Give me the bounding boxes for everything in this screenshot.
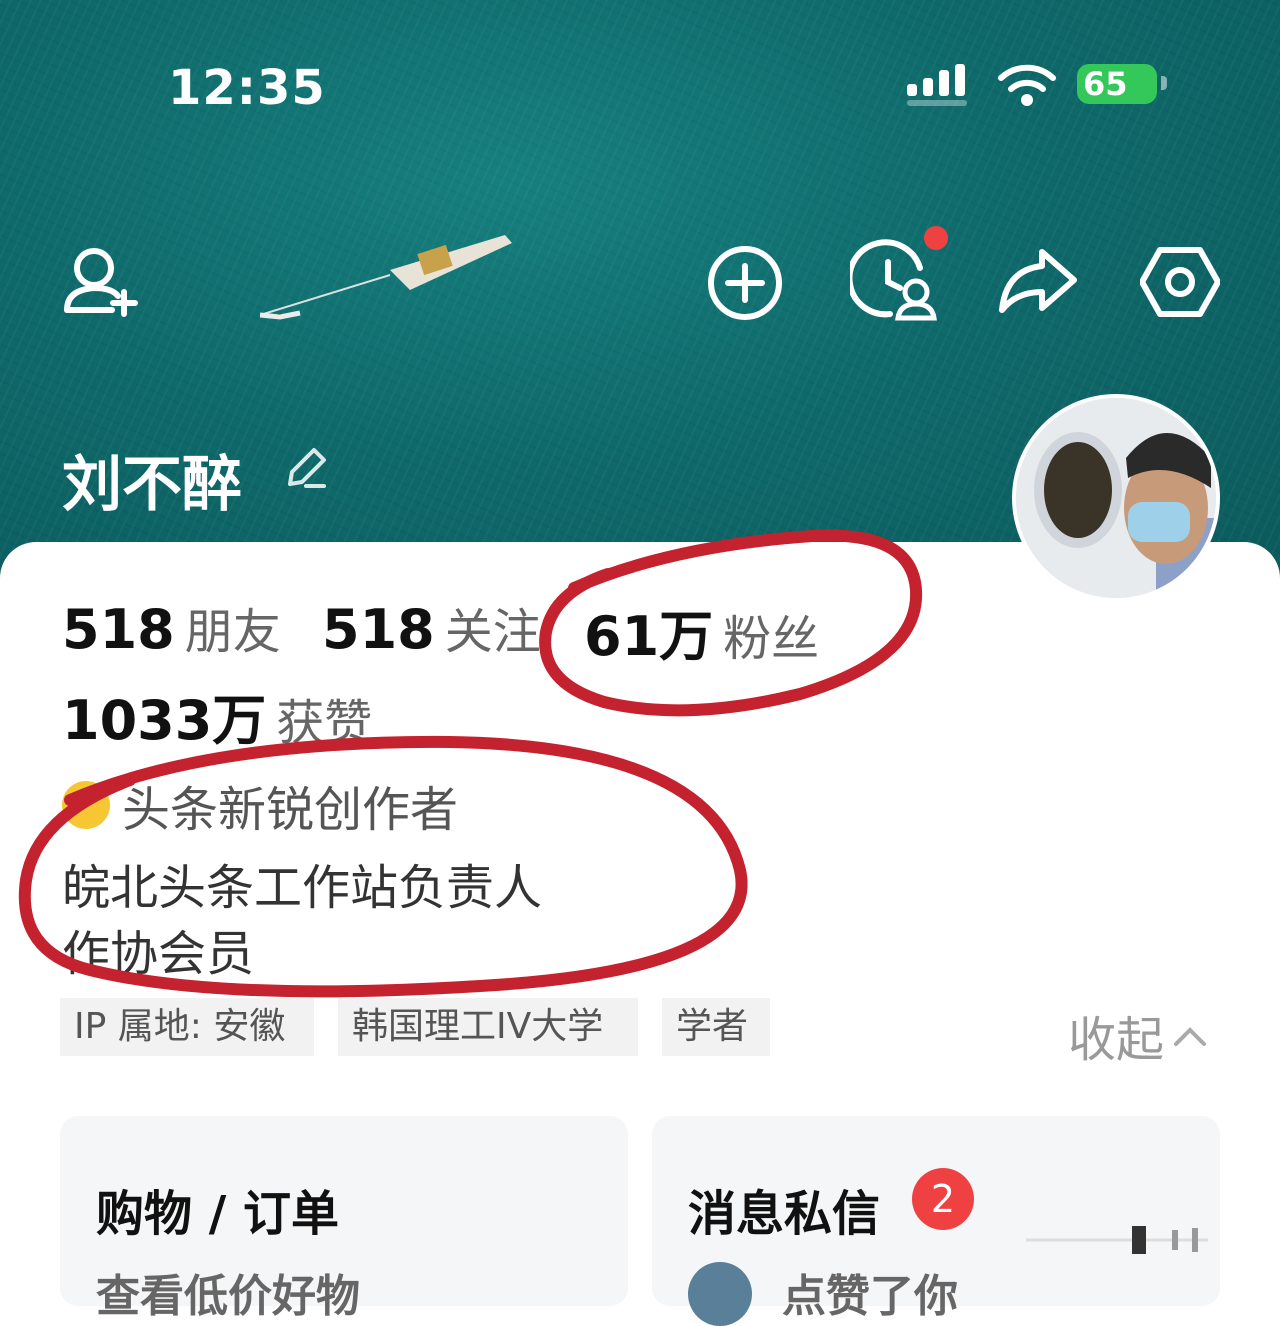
boat-illustration: [260, 235, 512, 320]
stat-value: 518: [62, 598, 175, 661]
add-friend-icon[interactable]: [62, 248, 142, 318]
messages-title: 消息私信: [688, 1186, 881, 1242]
shopping-panel[interactable]: 购物 / 订单 查看低价好物: [60, 1116, 628, 1322]
signal-icon: [907, 64, 967, 106]
collapse-label: 收起: [1068, 1012, 1165, 1068]
share-icon[interactable]: [998, 246, 1078, 316]
waveform-icon: [1026, 1226, 1208, 1254]
collapse-button[interactable]: 收起: [1068, 1000, 1210, 1070]
annotation-circle-fans: [539, 529, 923, 717]
profile-name: 刘不醉: [62, 450, 242, 520]
notification-dot: [924, 226, 948, 250]
edit-icon[interactable]: [284, 446, 328, 490]
settings-icon[interactable]: [1140, 242, 1220, 322]
message-preview-avatar: [688, 1262, 752, 1326]
stat-following[interactable]: 518 关注: [322, 592, 541, 662]
history-icon[interactable]: [850, 226, 950, 326]
battery-indicator: 65: [1077, 64, 1157, 104]
chevron-up-icon: [1174, 1027, 1207, 1046]
shopping-subtitle: 查看低价好物: [96, 1271, 360, 1322]
stat-friends[interactable]: 518 朋友: [62, 592, 281, 662]
status-time: 12:35: [168, 60, 326, 116]
wifi-icon: [998, 64, 1056, 106]
stat-value: 518: [322, 598, 435, 661]
avatar-photo: [1016, 398, 1216, 598]
annotation-circle-bio: [18, 735, 748, 998]
avatar[interactable]: [1012, 394, 1220, 602]
battery-cap: [1161, 76, 1167, 90]
messages-count-badge: 2: [912, 1168, 974, 1230]
stat-label: 朋友: [184, 604, 281, 660]
status-icons: 65: [905, 62, 1175, 112]
messages-subtitle: 点赞了你: [782, 1271, 958, 1322]
shopping-title: 购物 / 订单: [96, 1186, 339, 1242]
plus-circle-icon[interactable]: [706, 244, 784, 322]
